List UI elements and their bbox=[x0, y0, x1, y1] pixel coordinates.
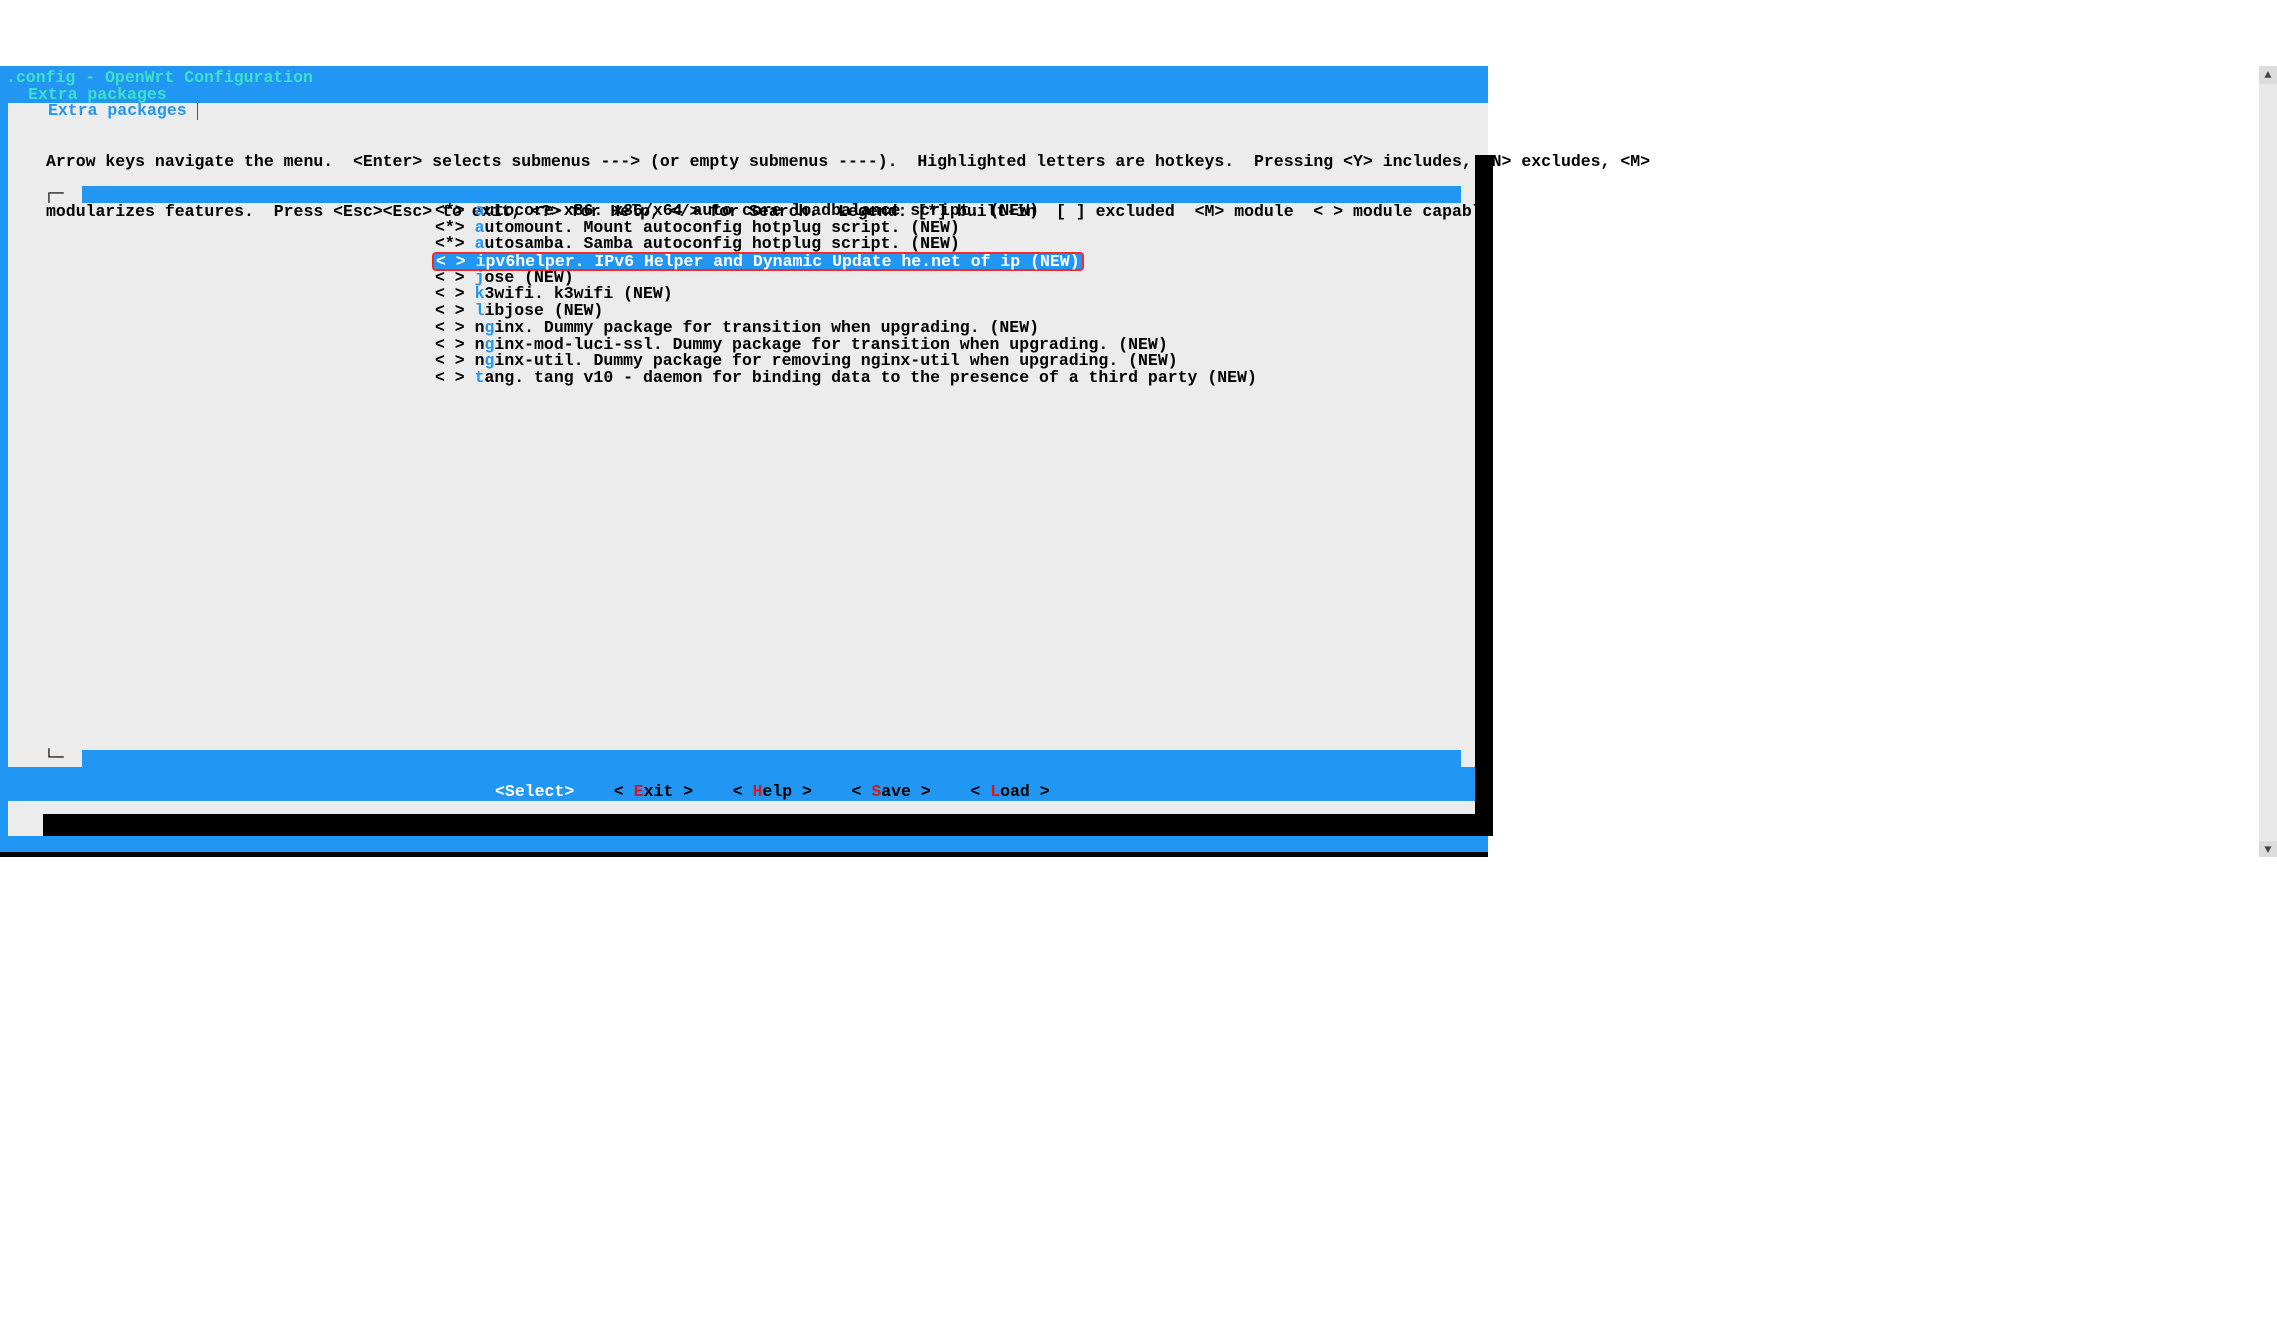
scroll-up-icon[interactable]: ▲ bbox=[2259, 66, 2277, 84]
menu-corner-top: ┌─ bbox=[44, 186, 76, 203]
empty-area bbox=[0, 857, 2277, 1260]
menu-items: <*> autocore-x86. x86/x64 auto core load… bbox=[435, 203, 1257, 387]
menu-item-selected[interactable]: < > ipv6helper. IPv6 Helper and Dynamic … bbox=[432, 252, 1084, 271]
instructions-line-1: Arrow keys navigate the menu. <Enter> se… bbox=[46, 154, 1650, 171]
menu-scroll-bottom bbox=[82, 750, 1461, 767]
button-load[interactable]: < Load > bbox=[970, 784, 1049, 801]
dialog-shadow-bottom bbox=[43, 814, 1493, 836]
button-exit[interactable]: < Exit > bbox=[614, 784, 693, 801]
menu-item[interactable]: <*> autosamba. Samba autoconfig hotplug … bbox=[435, 236, 1257, 253]
button-help[interactable]: < Help > bbox=[733, 784, 812, 801]
terminal-viewport: ▲ ▼ .config - OpenWrt Configuration Extr… bbox=[0, 66, 2277, 1260]
button-select[interactable]: <Select> bbox=[495, 784, 574, 801]
menu-item[interactable]: < > nginx. Dummy package for transition … bbox=[435, 320, 1257, 337]
button-save[interactable]: < Save > bbox=[852, 784, 931, 801]
menu-corner-bot: └─ bbox=[44, 750, 76, 767]
dialog-shadow-right bbox=[1475, 155, 1493, 820]
scrollbar-track[interactable] bbox=[2259, 66, 2277, 859]
menu-item[interactable]: < > tang. tang v10 - daemon for binding … bbox=[435, 370, 1257, 387]
tab-label: Extra packages bbox=[30, 103, 198, 120]
button-row: <Select> < Exit > < Help > < Save > < Lo… bbox=[495, 784, 1050, 801]
frame-border-left bbox=[0, 103, 8, 843]
